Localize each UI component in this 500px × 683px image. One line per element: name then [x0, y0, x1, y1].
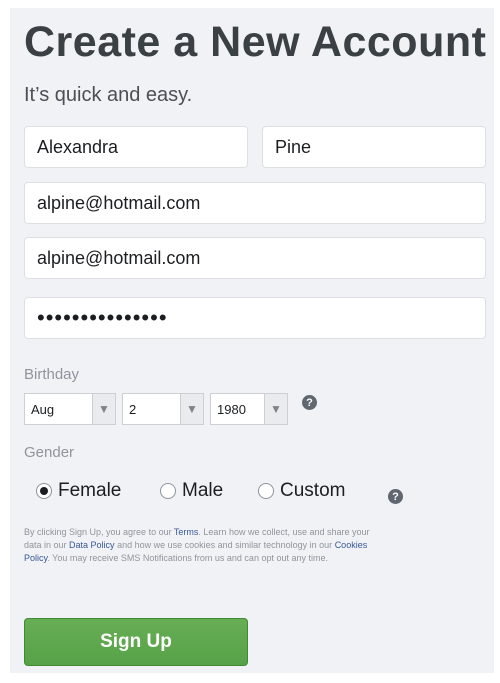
signup-panel: Create a New Account It’s quick and easy… [10, 8, 494, 673]
radio-unchecked-icon[interactable] [258, 483, 274, 499]
terms-text: By clicking Sign Up, you agree to our Te… [24, 526, 384, 565]
terms-text-part: . You may receive SMS Notifications from… [47, 553, 328, 563]
question-circle-icon[interactable]: ? [388, 489, 403, 504]
radio-unchecked-icon[interactable] [160, 483, 176, 499]
page-title: Create a New Account [24, 18, 487, 66]
terms-link[interactable]: Terms [174, 527, 199, 537]
gender-label: Gender [24, 444, 75, 461]
page-subtitle: It’s quick and easy. [24, 84, 193, 106]
last-name-field[interactable]: Pine [262, 126, 486, 168]
terms-text-part: By clicking Sign Up, you agree to our [24, 527, 174, 537]
data-policy-link[interactable]: Data Policy [69, 540, 115, 550]
birthday-day-select[interactable]: 2 ▼ [122, 393, 204, 425]
email-field[interactable]: alpine@hotmail.com [24, 182, 486, 224]
birthday-year-select[interactable]: 1980 ▼ [210, 393, 288, 425]
birthday-day-value: 2 [129, 401, 137, 417]
chevron-down-icon: ▼ [264, 394, 287, 424]
gender-custom-label: Custom [280, 480, 346, 501]
password-field[interactable]: ••••••••••••••• [24, 297, 486, 339]
email-confirm-field[interactable]: alpine@hotmail.com [24, 237, 486, 279]
chevron-down-icon: ▼ [92, 394, 115, 424]
question-circle-icon[interactable]: ? [302, 395, 317, 410]
birthday-year-value: 1980 [217, 401, 246, 417]
radio-checked-icon[interactable] [36, 483, 52, 499]
chevron-down-icon: ▼ [180, 394, 203, 424]
birthday-label: Birthday [24, 366, 80, 383]
gender-male-label: Male [182, 480, 224, 501]
terms-text-part: and how we use cookies and similar techn… [114, 540, 335, 550]
sign-up-button[interactable]: Sign Up [24, 618, 248, 666]
birthday-month-value: Aug [31, 401, 55, 417]
gender-option-female[interactable]: Female [36, 480, 121, 502]
birthday-month-select[interactable]: Aug ▼ [24, 393, 116, 425]
gender-female-label: Female [58, 480, 122, 501]
gender-option-male[interactable]: Male [160, 480, 223, 502]
first-name-field[interactable]: Alexandra [24, 126, 248, 168]
gender-option-custom[interactable]: Custom [258, 480, 345, 502]
